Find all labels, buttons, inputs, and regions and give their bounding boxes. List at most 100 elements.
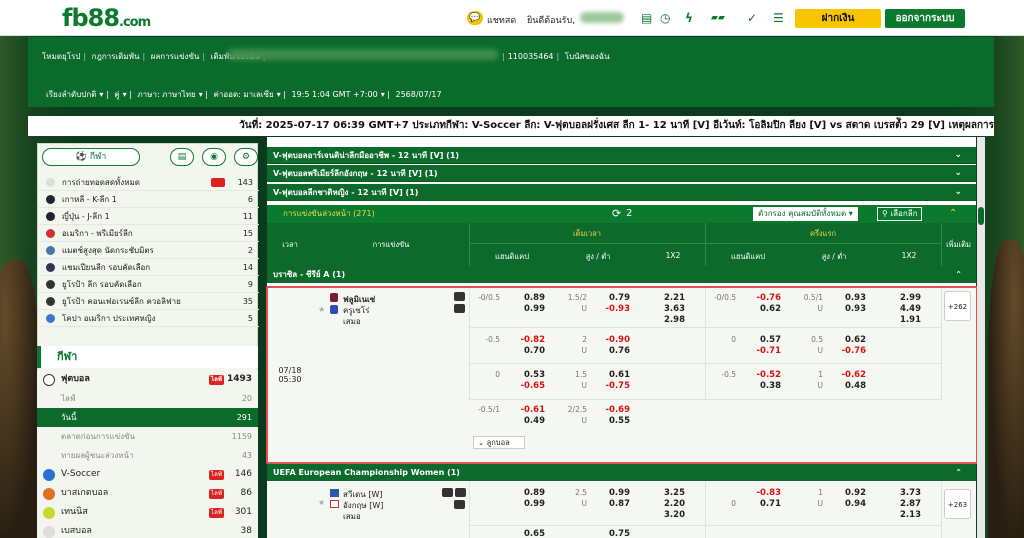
odds-cell[interactable]: 0.93 (826, 304, 866, 314)
user-icon[interactable]: ◉ (202, 148, 226, 166)
odds-cell[interactable]: 0.71 (741, 499, 781, 509)
league-item[interactable]: เกาหลี - K-ลีก 16 (38, 191, 259, 208)
odds-cell[interactable]: -0.71 (741, 346, 782, 356)
odds-cell[interactable]: 0.89 (505, 293, 545, 303)
odds-cell[interactable]: -0.65 (505, 381, 546, 391)
odds-cell[interactable]: 0.87 (590, 499, 630, 509)
odds-cell[interactable]: 2.20 (645, 499, 685, 509)
filter-select[interactable]: ตัวกรอง คุณสมบัติทั้งหมด ▾ (753, 207, 858, 221)
league-item[interactable]: อเมริกา - พรีเมียร์ลีก 15 (38, 225, 259, 242)
checklist-icon[interactable]: ✓ (747, 11, 757, 25)
odds-cell[interactable]: -0.76 (826, 346, 867, 356)
league-item[interactable]: ยูโรป้า ลีก รอบคัดเลือก 9 (38, 276, 259, 293)
chevron-down-icon[interactable]: ⌄ (954, 147, 962, 164)
odds-cell[interactable]: 0.57 (741, 335, 781, 345)
odds-cell[interactable]: 2.98 (645, 315, 685, 325)
odds-cell[interactable]: -0.82 (505, 335, 546, 345)
sport-sub-today[interactable]: วันนี้ 291 (37, 408, 258, 427)
field-icon[interactable] (454, 500, 465, 509)
odds-cell[interactable]: 0.99 (590, 488, 630, 498)
league-item[interactable]: ญี่ปุ่น - J-ลีก 1 11 (38, 208, 259, 225)
odds-cell[interactable]: 4.49 (881, 304, 921, 314)
odds-cell[interactable]: 0.70 (505, 346, 545, 356)
refresh-icon[interactable]: ⟳ (612, 205, 621, 223)
collapse-icon[interactable]: ⌃ (949, 205, 957, 223)
odds-cell[interactable]: 0.49 (505, 416, 545, 426)
odds-cell[interactable]: 0.65 (505, 529, 545, 538)
odds-cell[interactable]: 0.75 (590, 529, 630, 538)
odds-cell[interactable]: 0.62 (826, 335, 866, 345)
sort-select[interactable]: เรียงลำดับปกติ (46, 88, 96, 101)
favorite-star-icon[interactable]: ★ (318, 305, 325, 314)
odds-cell[interactable]: -0.90 (590, 335, 631, 345)
badge-icon[interactable]: ▰▰ (711, 13, 725, 23)
odds-cell[interactable]: 1.91 (881, 315, 921, 325)
sports-button[interactable]: ⚽ กีฬา (42, 148, 140, 166)
chevron-down-icon[interactable]: ⌄ (954, 165, 962, 182)
league-item[interactable]: การถ่ายทอดสดทั้งหมด 143 (38, 174, 259, 191)
language-select[interactable]: ภาษา: ภาษาไทย (137, 88, 195, 101)
nav-euro-mode[interactable]: โหมดยุโรป (42, 50, 80, 63)
sport-vsoccer[interactable]: V-Soccer ไลฟ์ 146 (37, 465, 258, 484)
odds-cell[interactable]: 0.99 (505, 499, 545, 509)
lightning-icon[interactable]: ϟ (685, 11, 693, 25)
select-league-button[interactable]: ⚲ เลือกลีก (877, 207, 923, 221)
sport-football[interactable]: ฟุตบอล ไลฟ์ 1493 (37, 370, 258, 389)
betslip-icon[interactable]: ▤ (170, 148, 194, 166)
odds-cell[interactable]: 3.20 (645, 510, 685, 520)
odds-cell[interactable]: 3.25 (645, 488, 685, 498)
odds-cell[interactable]: -0.62 (826, 370, 867, 380)
league-item[interactable]: แมตช์สูงสุด นัดกระชับมิตร 2 (38, 242, 259, 259)
odds-cell[interactable]: -0.76 (741, 293, 782, 303)
scrollbar-thumb[interactable] (978, 207, 984, 225)
odds-cell[interactable]: 2.21 (645, 293, 685, 303)
odds-cell[interactable]: 0.62 (741, 304, 781, 314)
odds-cell[interactable]: 0.93 (826, 293, 866, 303)
odds-cell[interactable]: 0.92 (826, 488, 866, 498)
league-header-uefa[interactable]: UEFA European Championship Women (1) ⌃ (267, 464, 976, 481)
league-item[interactable]: แชมเปียนลีก รอบคัดเลือก 14 (38, 259, 259, 276)
odds-cell[interactable]: 0.94 (826, 499, 866, 509)
chevron-up-icon[interactable]: ⌃ (955, 464, 962, 481)
odds-cell[interactable]: 3.63 (645, 304, 685, 314)
odds-cell[interactable]: 0.79 (590, 293, 630, 303)
sport-sub-prematch[interactable]: ตลาดก่อนการแข่งขัน 1159 (37, 427, 258, 446)
league-header[interactable]: V-ฟุตบอลพรีเมียร์ลีกอังกฤษ - 12 นาที [V]… (267, 165, 976, 182)
league-header[interactable]: V-ฟุตบอลลีกชาติหญิง - 12 นาที [V] (1) ⌄ (267, 184, 976, 201)
expand-button[interactable]: ⌄ ลูกบอล (473, 436, 525, 449)
more-markets-button[interactable]: +263 (944, 489, 971, 519)
sport-basketball[interactable]: บาสเกตบอล ไลฟ์ 86 (37, 484, 258, 503)
favorite-star-icon[interactable]: ★ (318, 498, 325, 507)
nav-rules[interactable]: กฎการเดิมพัน (92, 50, 140, 63)
odds-cell[interactable]: -0.83 (741, 488, 782, 498)
wallet-icon[interactable]: ▤ (641, 11, 652, 25)
chevron-up-icon[interactable]: ⌃ (955, 266, 962, 283)
odds-cell[interactable]: 2.99 (881, 293, 921, 303)
odds-cell[interactable]: -0.61 (505, 405, 546, 415)
sport-sub-live[interactable]: ไลฟ์ 20 (37, 389, 258, 408)
odds-cell[interactable]: 0.38 (741, 381, 781, 391)
odds-cell[interactable]: 0.99 (505, 304, 545, 314)
sport-sub-outright[interactable]: ทายผลผู้ชนะล่วงหน้า 43 (37, 446, 258, 465)
odds-cell[interactable]: -0.75 (590, 381, 631, 391)
odds-cell[interactable]: 2.13 (881, 510, 921, 520)
scrollbar[interactable] (977, 137, 985, 538)
odds-cell[interactable]: 0.61 (590, 370, 630, 380)
chevron-down-icon[interactable]: ⌄ (954, 184, 962, 201)
site-logo[interactable]: fb88.com (62, 4, 151, 32)
more-markets-button[interactable]: +262 (944, 291, 971, 321)
odds-cell[interactable]: -0.93 (590, 304, 631, 314)
stats-icon[interactable] (454, 292, 465, 301)
nav-my-bonus[interactable]: โบนัสของฉัน (565, 50, 610, 63)
logout-button[interactable]: ออกจากระบบ (885, 9, 965, 28)
odds-cell[interactable]: 0.55 (590, 416, 630, 426)
league-header[interactable]: V-ฟุตบอลอาร์เจนติน่าลีกมืออาชีพ - 12 นาท… (267, 147, 976, 164)
odds-cell[interactable]: -0.52 (741, 370, 782, 380)
live-chat-label[interactable]: แชทสด (487, 13, 516, 27)
league-item[interactable]: โคปา อเมริกา ประเทศหญิง 5 (38, 310, 259, 327)
odds-cell[interactable]: 2.87 (881, 499, 921, 509)
settings-icon[interactable]: ⚙ (234, 148, 258, 166)
odds-cell[interactable]: 0.76 (590, 346, 630, 356)
deposit-button[interactable]: ฝากเงิน (795, 9, 881, 28)
odds-cell[interactable]: 0.53 (505, 370, 545, 380)
